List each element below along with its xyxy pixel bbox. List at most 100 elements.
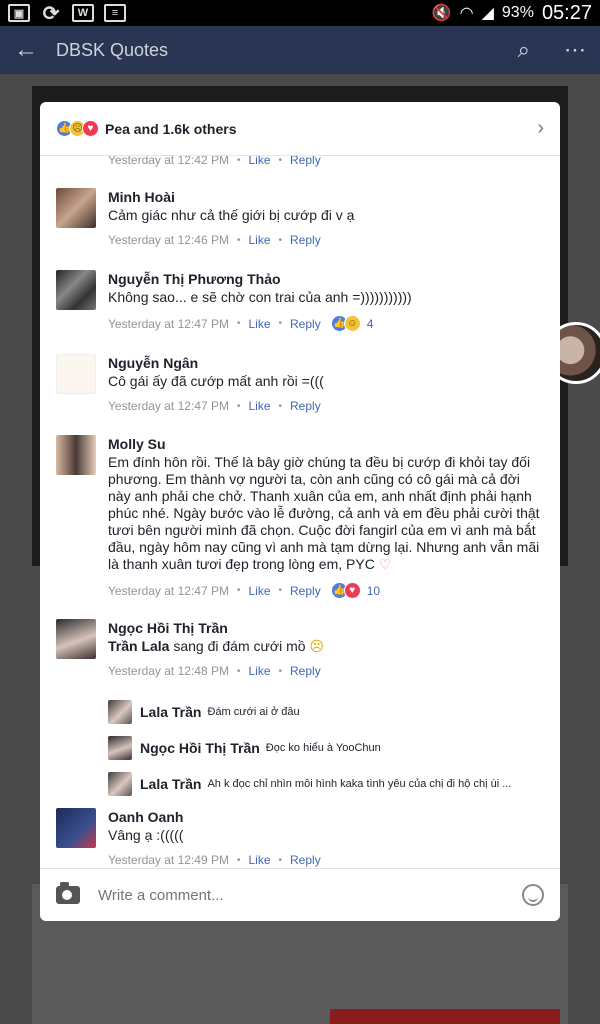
page-title: DBSK Quotes: [56, 39, 169, 60]
reaction-count: 10: [366, 583, 381, 598]
comments-list[interactable]: Yesterday at 12:42 PM • Like • Reply Min…: [40, 156, 560, 868]
reply-item[interactable]: Lala Trần Đám cưới ai ở đâu: [108, 700, 548, 724]
comment-item: Nguyễn Ngân Cô gái ấy đã cướp mất anh rồ…: [56, 354, 546, 413]
camera-icon[interactable]: [56, 882, 80, 904]
reply-author-name[interactable]: Ngọc Hồi Thị Trần: [140, 740, 260, 756]
heart-emoji-icon: ♡: [378, 556, 392, 572]
mute-icon: 🔇: [431, 5, 452, 22]
comment-item: Minh Hoài Cảm giác như cả thế giới bị cư…: [56, 188, 546, 247]
reply-author-name[interactable]: Lala Trần: [140, 704, 201, 720]
avatar[interactable]: [56, 808, 96, 848]
comment-reactions[interactable]: 👍 ☺: [330, 315, 361, 332]
more-options-icon[interactable]: ⋯: [564, 37, 586, 63]
comment-text-wrap: Trần Lala sang đi đám cưới mồ ☹: [108, 638, 546, 655]
reply-link[interactable]: Reply: [290, 317, 321, 331]
avatar[interactable]: [108, 700, 132, 724]
sync-notification-icon: ⟳: [42, 2, 60, 25]
like-link[interactable]: Like: [248, 156, 270, 167]
comment-timestamp: Yesterday at 12:47 PM: [108, 316, 229, 331]
comment-timestamp: Yesterday at 12:42 PM: [108, 156, 229, 167]
comment-meta: Yesterday at 12:48 PM • Like • Reply: [108, 664, 321, 678]
comment-meta: Yesterday at 12:42 PM • Like • Reply: [108, 156, 321, 167]
comment-timestamp: Yesterday at 12:49 PM: [108, 853, 229, 867]
wifi-icon: ◠: [459, 5, 474, 22]
love-reaction-icon: ♥: [343, 582, 361, 599]
word-notification-icon: W: [72, 4, 94, 22]
avatar[interactable]: [108, 772, 132, 796]
reply-text: Đám cưới ai ở đâu: [207, 706, 300, 718]
comment-item: Nguyễn Thị Phương Thảo Không sao... e sẽ…: [56, 270, 546, 332]
comment-text: Cô gái ấy đã cướp mất anh rồi =(((: [108, 373, 324, 389]
reply-text: Đọc ko hiểu à YooChun: [265, 742, 381, 754]
like-link[interactable]: Like: [248, 584, 270, 598]
sad-emoji-icon: ☹: [309, 638, 325, 654]
comment-text: sang đi đám cưới mồ: [169, 638, 306, 654]
avatar[interactable]: [56, 188, 96, 228]
reply-item[interactable]: Lala Trần Ah k đọc chỉ nhìn mỗi hình kak…: [108, 772, 548, 796]
commenter-name[interactable]: Nguyễn Ngân: [108, 354, 546, 372]
avatar[interactable]: [108, 736, 132, 760]
comment-timestamp: Yesterday at 12:46 PM: [108, 233, 229, 247]
comment-text: Không sao... e sẽ chờ con trai của anh =…: [108, 289, 412, 305]
comment-text: Vâng ạ :(((((: [108, 827, 184, 843]
status-bar: ▣ ⟳ W ≡ 🔇 ◠ ◢ 93% 05:27: [0, 0, 600, 26]
reply-link[interactable]: Reply: [290, 584, 321, 598]
search-icon[interactable]: ⌕: [518, 37, 530, 63]
gallery-notification-icon: ▣: [8, 4, 30, 22]
comment-item: Molly Su Em đính hôn rồi. Thế là bây giờ…: [56, 435, 546, 599]
comment-meta: Yesterday at 12:47 PM • Like • Reply: [108, 399, 321, 413]
reactions-comments-dialog: 👍 ☹ ♥ Pea and 1.6k others › Yesterday at…: [40, 102, 560, 921]
reply-link[interactable]: Reply: [290, 233, 321, 247]
avatar[interactable]: [56, 619, 96, 659]
reactions-summary-header[interactable]: 👍 ☹ ♥ Pea and 1.6k others ›: [40, 102, 560, 156]
comment-item: Ngọc Hồi Thị Trần Trần Lala sang đi đám …: [56, 619, 546, 678]
like-link[interactable]: Like: [248, 664, 270, 678]
comment-meta: Yesterday at 12:46 PM • Like • Reply: [108, 233, 321, 247]
like-link[interactable]: Like: [248, 399, 270, 413]
signal-icon: ◢: [481, 5, 494, 22]
reply-link[interactable]: Reply: [290, 853, 321, 867]
like-link[interactable]: Like: [248, 317, 270, 331]
commenter-name[interactable]: Nguyễn Thị Phương Thảo: [108, 270, 546, 288]
reply-link[interactable]: Reply: [290, 664, 321, 678]
comment-item: Oanh Oanh Vâng ạ :((((( Yesterday at 12:…: [56, 808, 546, 867]
comment-reactions[interactable]: 👍 ♥: [330, 582, 361, 599]
avatar[interactable]: [56, 435, 96, 475]
app-bar: ← DBSK Quotes ⌕ ⋯: [0, 26, 600, 74]
comment-meta: Yesterday at 12:49 PM • Like • Reply: [108, 853, 321, 867]
haha-reaction-icon: ☺: [343, 315, 361, 332]
reply-link[interactable]: Reply: [290, 399, 321, 413]
like-link[interactable]: Like: [248, 853, 270, 867]
comment-text: Cảm giác như cả thế giới bị cướp đi v ạ: [108, 207, 355, 223]
comment-composer: [40, 868, 560, 921]
comment-input[interactable]: [98, 886, 522, 904]
commenter-name[interactable]: Oanh Oanh: [108, 808, 546, 826]
comment-text-wrap: Em đính hôn rồi. Thế là bây giờ chúng ta…: [108, 454, 546, 573]
reaction-icons: 👍 ☹ ♥: [56, 120, 99, 137]
comment-meta: Yesterday at 12:47 PM • Like • Reply 👍 ☺…: [108, 315, 374, 332]
reply-link[interactable]: Reply: [290, 156, 321, 167]
love-reaction-icon: ♥: [82, 120, 99, 137]
clipboard-notification-icon: ≡: [104, 4, 126, 22]
like-link[interactable]: Like: [248, 233, 270, 247]
background-post-graphic: [330, 1009, 560, 1024]
reaction-count: 4: [366, 316, 374, 331]
reply-text: Ah k đọc chỉ nhìn mỗi hình kaka tình yêu…: [207, 778, 512, 790]
comment-timestamp: Yesterday at 12:48 PM: [108, 664, 229, 678]
back-arrow-icon[interactable]: ←: [14, 36, 48, 64]
emoji-smiley-icon[interactable]: [522, 884, 544, 906]
reply-author-name[interactable]: Lala Trần: [140, 776, 201, 792]
comment-meta: Yesterday at 12:47 PM • Like • Reply 👍 ♥…: [108, 582, 381, 599]
comment-timestamp: Yesterday at 12:47 PM: [108, 583, 229, 598]
chevron-right-icon[interactable]: ›: [537, 117, 544, 140]
comment-text: Em đính hôn rồi. Thế là bây giờ chúng ta…: [108, 454, 540, 572]
reply-item[interactable]: Ngọc Hồi Thị Trần Đọc ko hiểu à YooChun: [108, 736, 548, 760]
avatar[interactable]: [56, 354, 96, 394]
avatar[interactable]: [56, 270, 96, 310]
commenter-name[interactable]: Minh Hoài: [108, 188, 546, 206]
comment-timestamp: Yesterday at 12:47 PM: [108, 399, 229, 413]
commenter-name[interactable]: Molly Su: [108, 435, 546, 453]
reactions-summary-text: Pea and 1.6k others: [105, 120, 237, 137]
mention-tag[interactable]: Trần Lala: [108, 638, 169, 654]
commenter-name[interactable]: Ngọc Hồi Thị Trần: [108, 619, 546, 637]
